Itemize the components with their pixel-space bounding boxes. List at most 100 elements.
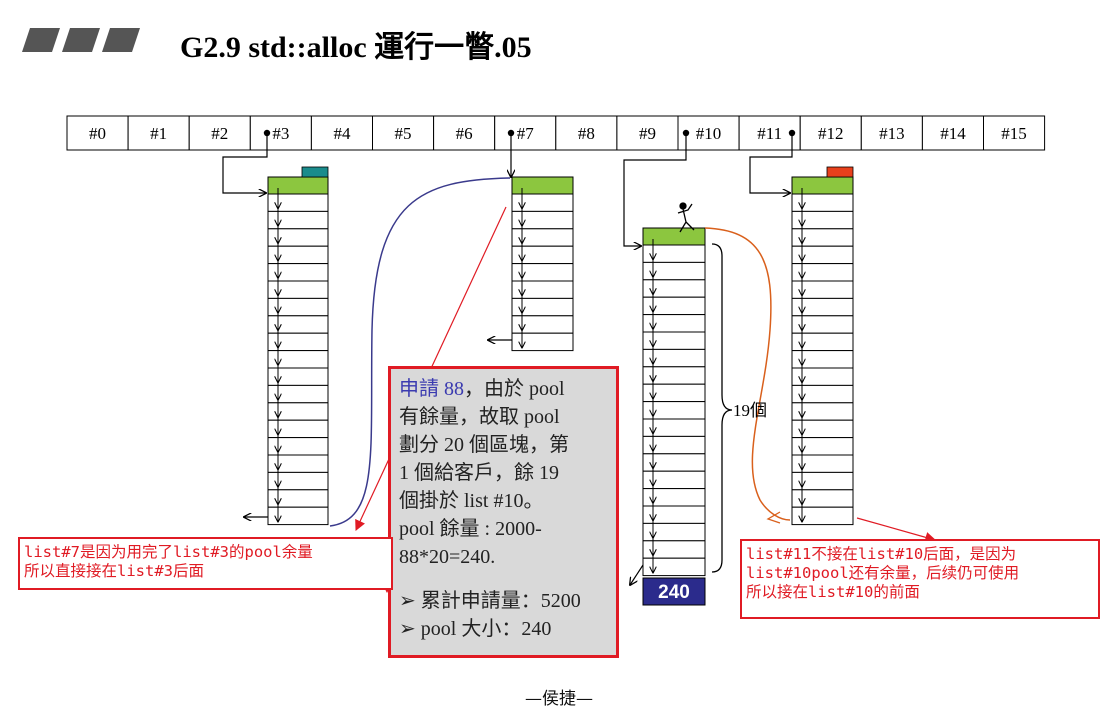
pool-label: 240 xyxy=(658,582,690,603)
chain-list7 xyxy=(511,176,574,352)
chunk-head xyxy=(642,227,706,246)
chunk-block xyxy=(642,435,706,455)
chunk-block xyxy=(642,505,706,524)
chunk-head xyxy=(267,176,329,195)
chunk-block xyxy=(642,279,706,298)
chunk-block xyxy=(791,489,854,508)
info-line7: 88*20=240. xyxy=(399,546,496,568)
chunk-block xyxy=(791,471,854,491)
footer-author: —侯捷— xyxy=(525,689,593,709)
chunk-block xyxy=(791,228,854,247)
slot-label: #7 xyxy=(517,124,535,143)
chunk-block xyxy=(267,332,329,352)
chunk-block xyxy=(267,471,329,491)
chunk-block xyxy=(642,418,706,437)
chunk-block xyxy=(791,315,854,334)
chunk-block xyxy=(267,454,329,473)
info-line3: 劃分 20 個區塊，第 xyxy=(399,434,569,456)
chunk-block xyxy=(642,348,706,368)
chunk-block xyxy=(267,350,329,369)
chunk-block xyxy=(511,193,574,212)
red-arrow-list11 xyxy=(856,517,937,543)
chunk-block xyxy=(267,384,329,404)
slot-label: #10 xyxy=(696,124,722,143)
chunk-block xyxy=(267,210,329,230)
chain-list3 xyxy=(267,176,329,526)
chunk-head xyxy=(791,176,854,195)
free-list-array: #0 #1 #2 #3 #4 #5 #6 #7 #8 #9 #10 #11 #12 #13 #14 #15 xyxy=(66,115,1046,151)
chunk-block xyxy=(791,384,854,404)
slot-label: #4 xyxy=(333,124,351,143)
chunk-block xyxy=(642,331,706,350)
slot-label: #8 xyxy=(578,124,595,143)
chunk-block xyxy=(791,245,854,265)
info-line4: 1 個給客戶，餘 19 xyxy=(399,462,559,484)
chunk-block xyxy=(791,332,854,352)
chunk-block xyxy=(642,261,706,281)
chunk-block xyxy=(511,263,574,282)
chunk-block xyxy=(791,297,854,317)
chunk-block xyxy=(267,437,329,456)
brace-label: 19個 xyxy=(733,401,767,420)
chunk-block xyxy=(642,383,706,403)
chunk-block xyxy=(642,453,706,472)
info-line2: 有餘量，故取 pool xyxy=(399,406,560,428)
note-list11: list#11不接在list#10后面，是因为 list#10pool还有余量，… xyxy=(740,539,1100,619)
chunk-block xyxy=(267,228,329,247)
chunk-block xyxy=(642,296,706,316)
slot-label: #6 xyxy=(456,124,473,143)
chunk-head xyxy=(511,176,574,195)
info-line1: ，由於 pool xyxy=(464,378,565,400)
chunk-block xyxy=(267,419,329,439)
chunk-block xyxy=(511,297,574,317)
slot-label: #3 xyxy=(272,124,289,143)
slot-label: #5 xyxy=(395,124,412,143)
info-line6: pool 餘量 : 2000- xyxy=(399,518,542,540)
chunk-block xyxy=(642,244,706,263)
slot-label: #14 xyxy=(940,124,966,143)
info-bullet2: pool 大小：240 xyxy=(420,618,552,640)
chunk-block xyxy=(267,315,329,334)
chunk-block xyxy=(642,540,706,559)
chunk-block xyxy=(267,245,329,265)
chunk-block xyxy=(791,280,854,299)
chunk-block xyxy=(642,366,706,385)
chunk-block xyxy=(791,263,854,282)
chunk-block xyxy=(791,454,854,473)
chunk-block xyxy=(267,506,329,526)
slot-label: #12 xyxy=(818,124,844,143)
chunk-block xyxy=(267,297,329,317)
tail-list10 xyxy=(630,564,644,585)
chunk-block xyxy=(642,557,706,577)
chunk-block xyxy=(642,314,706,333)
chain-list10 xyxy=(642,227,706,577)
chunk-block xyxy=(267,263,329,282)
slot-label: #9 xyxy=(639,124,656,143)
chunk-block xyxy=(791,367,854,386)
slot-label: #2 xyxy=(211,124,228,143)
info-line5: 個掛於 list #10。 xyxy=(399,490,544,512)
chunk-block xyxy=(511,315,574,334)
chunk-block xyxy=(511,280,574,299)
bullet-icon: ➢ xyxy=(399,590,421,612)
chunk-block xyxy=(791,350,854,369)
info-bullet1: 累計申請量：5200 xyxy=(420,590,581,612)
chunk-block xyxy=(642,470,706,490)
chain-list11 xyxy=(791,176,854,526)
chunk-block xyxy=(267,489,329,508)
chunk-block xyxy=(267,193,329,212)
chunk-block xyxy=(267,367,329,386)
chunk-block xyxy=(267,280,329,299)
chunk-block xyxy=(791,419,854,439)
bullet-icon: ➢ xyxy=(399,618,421,640)
info-request: 申請 88 xyxy=(399,378,464,400)
chunk-block xyxy=(267,402,329,421)
slot-label: #1 xyxy=(150,124,167,143)
note-list7: list#7是因为用完了list#3的pool余量 所以直接接在list#3后面 xyxy=(18,537,393,590)
info-box: 申請 88，由於 pool 有餘量，故取 pool 劃分 20 個區塊，第 1 … xyxy=(388,366,619,658)
slot-label: #13 xyxy=(879,124,905,143)
chunk-block xyxy=(642,522,706,542)
slot-label: #15 xyxy=(1001,124,1027,143)
chunk-block xyxy=(642,401,706,420)
chunk-block xyxy=(511,210,574,230)
